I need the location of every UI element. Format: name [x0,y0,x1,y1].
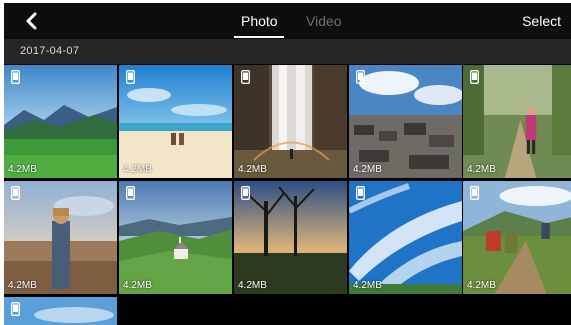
photo-thumbnail[interactable]: 4.2MB [234,65,347,178]
phone-icon [470,186,479,200]
photo-thumbnail[interactable]: 4.2MB [4,181,117,294]
chevron-left-icon [26,12,37,30]
photo-thumbnail[interactable]: 4.2MB [349,181,462,294]
photo-image [234,181,347,294]
photo-thumbnail[interactable] [4,297,117,325]
phone-icon [126,186,135,200]
photo-image [4,297,117,325]
photo-image [463,181,571,294]
phone-icon [356,70,365,84]
file-size-label: 4.2MB [238,280,267,291]
photo-browser-screen: Photo Video Select 2017-04-07 4.2MB 4.2M… [4,3,571,325]
photo-image [4,181,117,294]
file-size-label: 4.2MB [353,280,382,291]
phone-icon [356,186,365,200]
file-size-label: 4.2MB [8,164,37,175]
file-size-label: 4.2MB [8,280,37,291]
date-section-header: 2017-04-07 [4,39,571,64]
phone-icon [241,186,250,200]
photo-thumbnail[interactable]: 4.2MB [4,65,117,178]
photo-image [4,65,117,178]
phone-icon [470,70,479,84]
tab-photo[interactable]: Photo [241,13,278,29]
select-button[interactable]: Select [522,13,561,29]
file-size-label: 4.2MB [467,164,496,175]
photo-image [349,65,462,178]
phone-icon [126,70,135,84]
file-size-label: 4.2MB [123,280,152,291]
file-size-label: 4.2MB [123,164,152,175]
photo-grid: 4.2MB 4.2MB 4.2MB 4.2MB 4.2MB 4.2MB 4.2M… [4,65,571,325]
photo-image [349,181,462,294]
phone-icon [241,70,250,84]
photo-image [119,181,232,294]
phone-icon [11,302,20,316]
file-size-label: 4.2MB [353,164,382,175]
photo-thumbnail[interactable]: 4.2MB [349,65,462,178]
photo-image [234,65,347,178]
tab-video[interactable]: Video [306,13,342,29]
photo-thumbnail[interactable]: 4.2MB [463,181,571,294]
phone-icon [11,70,20,84]
section-date: 2017-04-07 [20,45,80,57]
file-size-label: 4.2MB [238,164,267,175]
photo-thumbnail[interactable]: 4.2MB [119,65,232,178]
photo-image [119,65,232,178]
photo-thumbnail[interactable]: 4.2MB [463,65,571,178]
phone-icon [11,186,20,200]
file-size-label: 4.2MB [467,280,496,291]
photo-thumbnail[interactable]: 4.2MB [234,181,347,294]
photo-image [463,65,571,178]
photo-thumbnail[interactable]: 4.2MB [119,181,232,294]
top-bar: Photo Video Select [4,3,571,39]
back-button[interactable] [22,11,42,31]
active-tab-indicator [234,36,284,38]
